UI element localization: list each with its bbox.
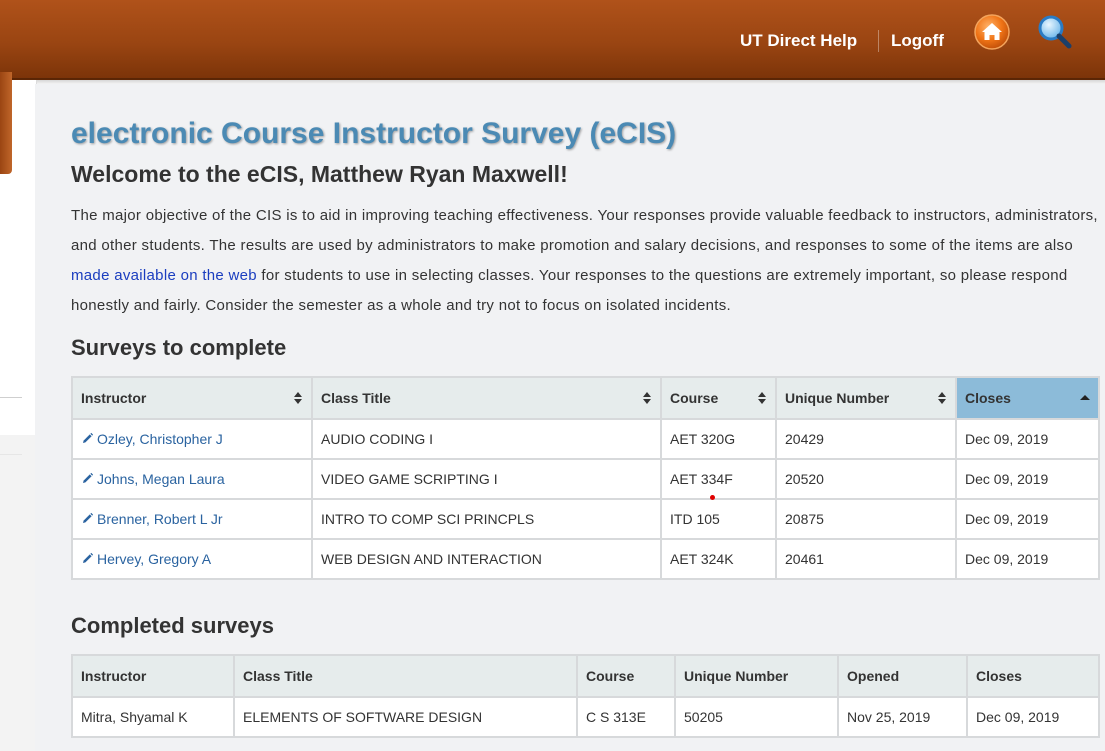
table-header-row: Instructor Class Title Course Unique Num…: [71, 376, 1100, 420]
course-cell: ITD 105: [660, 498, 777, 540]
instructor-name: Brenner, Robert L Jr: [97, 511, 223, 527]
course-cell: AET 334F: [660, 458, 777, 500]
class-title-cell: INTRO TO COMP SCI PRINCPLS: [311, 498, 662, 540]
sort-icon: [643, 392, 651, 404]
column-header-label: Instructor: [81, 390, 147, 406]
table-row: Brenner, Robert L Jr INTRO TO COMP SCI P…: [71, 498, 1100, 540]
made-available-link[interactable]: made available on the web: [71, 267, 257, 284]
column-header-opened: Opened: [837, 654, 968, 698]
instructor-survey-link[interactable]: Ozley, Christopher J: [81, 431, 223, 447]
pencil-icon: [83, 432, 94, 443]
table-row: Mitra, Shyamal K ELEMENTS OF SOFTWARE DE…: [71, 696, 1100, 738]
closes-cell: Dec 09, 2019: [955, 498, 1100, 540]
surveys-to-complete-table: Instructor Class Title Course Unique Num…: [71, 376, 1100, 580]
class-title-cell: WEB DESIGN AND INTERACTION: [311, 538, 662, 580]
unique-number-cell: 20429: [775, 418, 957, 460]
ut-direct-help-link[interactable]: UT Direct Help: [740, 31, 857, 51]
instructor-name: Hervey, Gregory A: [97, 551, 212, 567]
unique-number-cell: 20875: [775, 498, 957, 540]
sort-icon: [758, 392, 766, 404]
instructor-survey-link[interactable]: Johns, Megan Laura: [81, 471, 225, 487]
closes-cell: Dec 09, 2019: [955, 418, 1100, 460]
class-title-cell: VIDEO GAME SCRIPTING I: [311, 458, 662, 500]
nav-separator: [878, 30, 879, 52]
column-header-class-title[interactable]: Class Title: [311, 376, 662, 420]
column-header-label: Class Title: [321, 390, 391, 406]
column-header-label: Closes: [965, 390, 1011, 406]
page-title: electronic Course Instructor Survey (eCI…: [71, 117, 677, 150]
unique-number-cell: 20520: [775, 458, 957, 500]
column-header-label: Unique Number: [785, 390, 890, 406]
table-row: Johns, Megan Laura VIDEO GAME SCRIPTING …: [71, 458, 1100, 500]
intro-paragraph: The major objective of the CIS is to aid…: [71, 201, 1101, 321]
unique-number-cell: 50205: [674, 696, 839, 738]
cursor-marker: [710, 495, 715, 500]
sidebar-divider: [0, 397, 22, 398]
column-header-instructor: Instructor: [71, 654, 235, 698]
column-header-course[interactable]: Course: [660, 376, 777, 420]
instructor-name: Ozley, Christopher J: [97, 431, 223, 447]
column-header-class-title: Class Title: [233, 654, 578, 698]
pencil-icon: [83, 472, 94, 483]
opened-cell: Nov 25, 2019: [837, 696, 968, 738]
closes-cell: Dec 09, 2019: [966, 696, 1100, 738]
logoff-link[interactable]: Logoff: [891, 31, 944, 51]
completed-surveys-table: Instructor Class Title Course Unique Num…: [71, 654, 1100, 738]
instructor-cell: Brenner, Robert L Jr: [71, 498, 313, 540]
column-header-unique-number: Unique Number: [674, 654, 839, 698]
sort-icon: [938, 392, 946, 404]
welcome-heading: Welcome to the eCIS, Matthew Ryan Maxwel…: [71, 161, 568, 187]
course-cell: AET 320G: [660, 418, 777, 460]
instructor-cell: Mitra, Shyamal K: [71, 696, 235, 738]
instructor-survey-link[interactable]: Brenner, Robert L Jr: [81, 511, 223, 527]
sidebar-divider: [0, 454, 22, 455]
course-cell: AET 324K: [660, 538, 777, 580]
closes-cell: Dec 09, 2019: [955, 538, 1100, 580]
column-header-unique-number[interactable]: Unique Number: [775, 376, 957, 420]
closes-cell: Dec 09, 2019: [955, 458, 1100, 500]
instructor-cell: Johns, Megan Laura: [71, 458, 313, 500]
table-header-row: Instructor Class Title Course Unique Num…: [71, 654, 1100, 698]
sort-icon: [294, 392, 302, 404]
intro-text: The major objective of the CIS is to aid…: [71, 207, 1098, 254]
table-row: Ozley, Christopher J AUDIO CODING I AET …: [71, 418, 1100, 460]
course-cell: C S 313E: [576, 696, 676, 738]
class-title-cell: AUDIO CODING I: [311, 418, 662, 460]
search-icon[interactable]: [1036, 13, 1074, 51]
instructor-cell: Hervey, Gregory A: [71, 538, 313, 580]
pencil-icon: [83, 512, 94, 523]
instructor-name: Johns, Megan Laura: [97, 471, 225, 487]
column-header-closes[interactable]: Closes: [955, 376, 1100, 420]
unique-number-cell: 20461: [775, 538, 957, 580]
column-header-label: Course: [670, 390, 719, 406]
instructor-survey-link[interactable]: Hervey, Gregory A: [81, 551, 211, 567]
table-row: Hervey, Gregory A WEB DESIGN AND INTERAC…: [71, 538, 1100, 580]
column-header-course: Course: [576, 654, 676, 698]
instructor-cell: Ozley, Christopher J: [71, 418, 313, 460]
sort-ascending-icon: [1080, 395, 1090, 400]
column-header-closes: Closes: [966, 654, 1100, 698]
completed-surveys-heading: Completed surveys: [71, 613, 274, 638]
pencil-icon: [83, 552, 94, 563]
surveys-to-complete-heading: Surveys to complete: [71, 335, 287, 360]
class-title-cell: ELEMENTS OF SOFTWARE DESIGN: [233, 696, 578, 738]
column-header-instructor[interactable]: Instructor: [71, 376, 313, 420]
sidebar-tab[interactable]: [0, 72, 12, 174]
home-icon[interactable]: [973, 13, 1011, 51]
